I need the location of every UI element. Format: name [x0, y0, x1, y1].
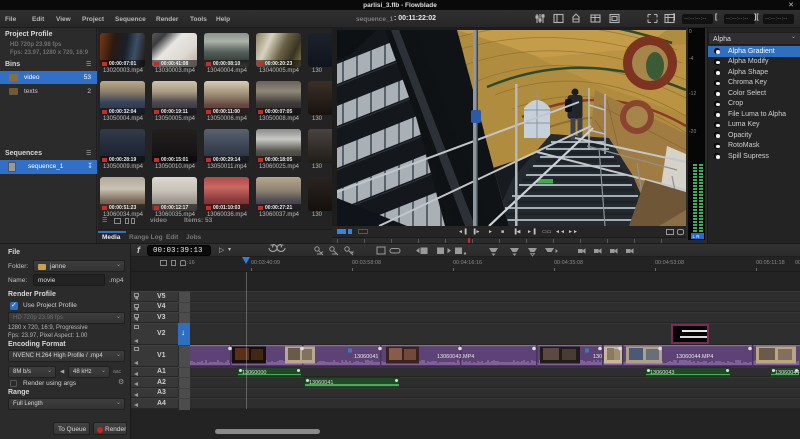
svg-text:13060043.MP4: 13060043.MP4	[437, 354, 474, 360]
svg-text:13060041: 13060041	[354, 354, 378, 360]
svg-text:13060044.MP4: 13060044.MP4	[676, 354, 713, 360]
svg-text:130: 130	[593, 354, 602, 360]
